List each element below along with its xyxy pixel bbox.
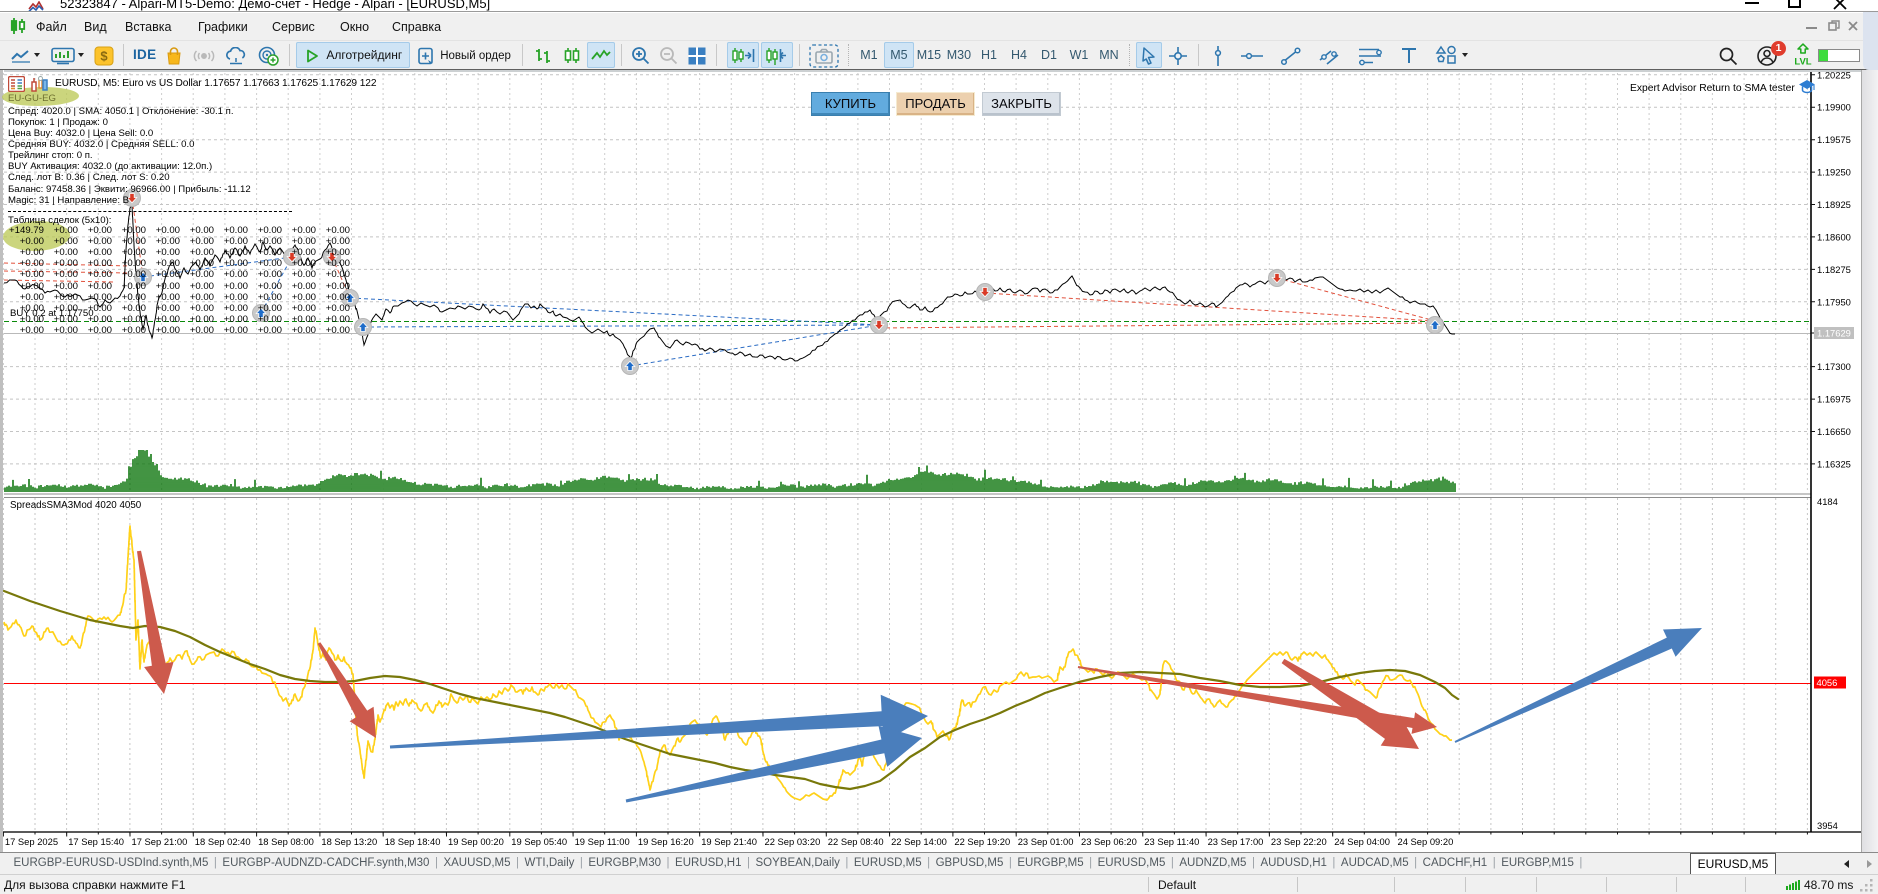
svg-text:1.18600: 1.18600 [1817, 231, 1851, 242]
svg-text:1.16975: 1.16975 [1817, 394, 1851, 405]
svg-text:1.16650: 1.16650 [1817, 426, 1851, 437]
svg-text:24 Sep 09:20: 24 Sep 09:20 [1398, 836, 1454, 847]
svg-text:22 Sep 14:00: 22 Sep 14:00 [891, 836, 947, 847]
svg-text:1.19250: 1.19250 [1817, 167, 1851, 178]
svg-text:4056: 4056 [1817, 677, 1838, 688]
svg-text:1.18925: 1.18925 [1817, 199, 1851, 210]
svg-text:23 Sep 17:00: 23 Sep 17:00 [1208, 836, 1264, 847]
svg-text:23 Sep 06:20: 23 Sep 06:20 [1081, 836, 1137, 847]
svg-text:18 Sep 08:00: 18 Sep 08:00 [258, 836, 314, 847]
svg-text:17 Sep 21:00: 17 Sep 21:00 [132, 836, 188, 847]
svg-text:24 Sep 04:00: 24 Sep 04:00 [1334, 836, 1390, 847]
svg-text:1.19900: 1.19900 [1817, 102, 1851, 113]
svg-text:3954: 3954 [1817, 820, 1838, 831]
svg-text:23 Sep 01:00: 23 Sep 01:00 [1018, 836, 1074, 847]
svg-text:18 Sep 02:40: 18 Sep 02:40 [195, 836, 251, 847]
svg-text:1.17300: 1.17300 [1817, 361, 1851, 372]
svg-text:19 Sep 21:40: 19 Sep 21:40 [701, 836, 757, 847]
svg-text:17 Sep 15:40: 17 Sep 15:40 [68, 836, 124, 847]
svg-text:22 Sep 19:20: 22 Sep 19:20 [954, 836, 1010, 847]
svg-text:18 Sep 13:20: 18 Sep 13:20 [321, 836, 377, 847]
svg-text:17 Sep 2025: 17 Sep 2025 [5, 836, 58, 847]
svg-text:19 Sep 05:40: 19 Sep 05:40 [511, 836, 567, 847]
svg-text:23 Sep 22:20: 23 Sep 22:20 [1271, 836, 1327, 847]
svg-text:1.17629: 1.17629 [1817, 328, 1851, 339]
svg-text:4184: 4184 [1817, 496, 1838, 507]
svg-text:1.17950: 1.17950 [1817, 296, 1851, 307]
svg-text:1.16325: 1.16325 [1817, 458, 1851, 469]
svg-text:1.18275: 1.18275 [1817, 264, 1851, 275]
svg-text:19 Sep 16:20: 19 Sep 16:20 [638, 836, 694, 847]
svg-text:1.19575: 1.19575 [1817, 134, 1851, 145]
svg-text:19 Sep 00:20: 19 Sep 00:20 [448, 836, 504, 847]
svg-text:1.20225: 1.20225 [1817, 70, 1851, 80]
svg-text:19 Sep 11:00: 19 Sep 11:00 [575, 836, 630, 847]
svg-text:22 Sep 08:40: 22 Sep 08:40 [828, 836, 884, 847]
svg-text:$: $ [100, 48, 108, 63]
svg-text:23 Sep 11:40: 23 Sep 11:40 [1144, 836, 1199, 847]
svg-text:LVL: LVL [1794, 57, 1811, 68]
svg-text:22 Sep 03:20: 22 Sep 03:20 [765, 836, 821, 847]
svg-text:18 Sep 18:40: 18 Sep 18:40 [385, 836, 441, 847]
